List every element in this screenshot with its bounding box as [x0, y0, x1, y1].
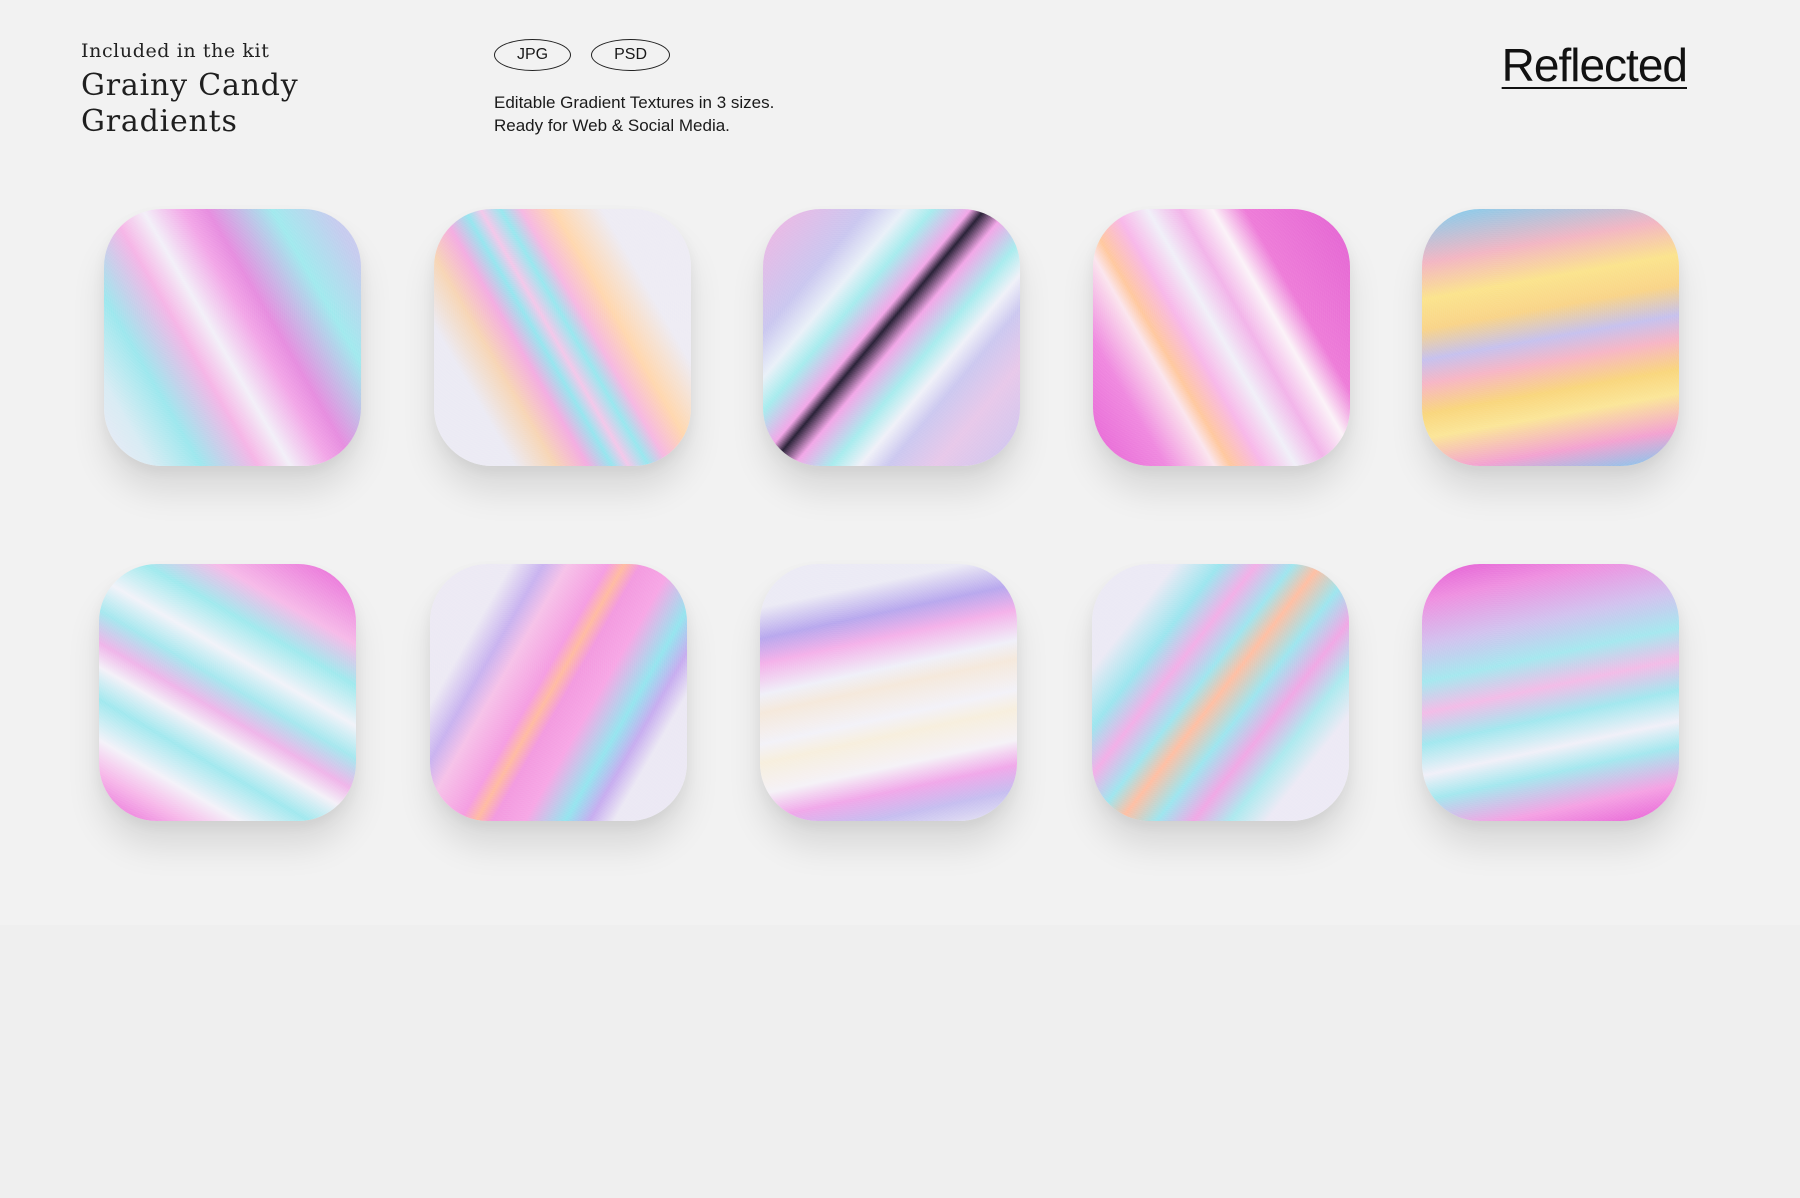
- grain-overlay: [434, 209, 691, 466]
- description-line-2: Ready for Web & Social Media.: [494, 116, 730, 135]
- gradient-tile-6: [99, 564, 356, 821]
- kit-description: Editable Gradient Textures in 3 sizes. R…: [494, 91, 774, 137]
- format-badges: JPG PSD: [494, 39, 671, 71]
- grain-overlay: [763, 209, 1020, 466]
- format-badge-jpg: JPG: [494, 39, 572, 71]
- grain-overlay: [760, 564, 1017, 821]
- description-line-1: Editable Gradient Textures in 3 sizes.: [494, 93, 775, 112]
- grain-overlay: [1092, 564, 1349, 821]
- kit-title: Grainy Candy Gradients: [81, 68, 299, 139]
- format-badge-psd: PSD: [591, 39, 671, 71]
- gradient-tile-8: [760, 564, 1017, 821]
- gradient-tile-9: [1092, 564, 1349, 821]
- grain-overlay: [430, 564, 687, 821]
- grain-overlay: [1093, 209, 1350, 466]
- gradient-tile-10: [1422, 564, 1679, 821]
- kit-header: Included in the kit Grainy Candy Gradien…: [81, 40, 341, 140]
- gradient-tile-1: [104, 209, 361, 466]
- gradient-tile-3: [763, 209, 1020, 466]
- grain-overlay: [104, 209, 361, 466]
- kit-label: Included in the kit: [81, 40, 270, 62]
- gradient-tile-5: [1422, 209, 1679, 466]
- lower-background: [0, 925, 1800, 1198]
- grain-overlay: [99, 564, 356, 821]
- grain-overlay: [1422, 564, 1679, 821]
- style-name: Reflected: [1501, 39, 1688, 91]
- gradient-tile-7: [430, 564, 687, 821]
- gradient-tile-4: [1093, 209, 1350, 466]
- gradient-tile-2: [434, 209, 691, 466]
- grain-overlay: [1422, 209, 1679, 466]
